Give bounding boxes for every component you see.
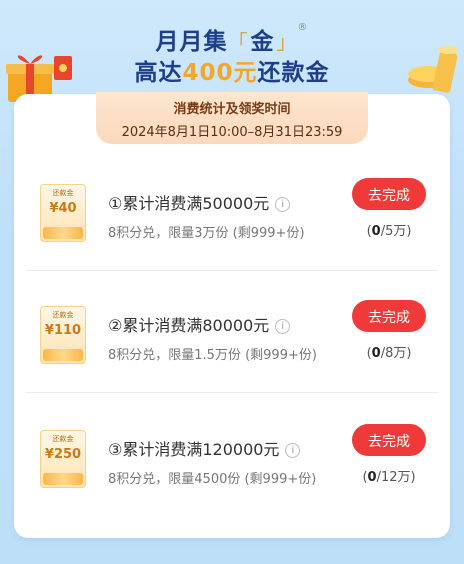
coupon-image: 还款金 ¥250 [40, 430, 86, 488]
task-title: ①累计消费满50000元 i [108, 190, 291, 214]
info-icon[interactable]: i [285, 443, 301, 458]
period-dates: 2024年8月1日10:00–8月31日23:59 [121, 125, 343, 140]
divider [26, 270, 438, 271]
task-row-3: 还款金 ¥250 ③累计消费满120000元 i 8积分兑，限量4500份 (剩9… [14, 412, 450, 522]
info-icon[interactable]: i [275, 319, 291, 334]
go-complete-button[interactable]: 去完成 [352, 300, 426, 332]
coupon-image: 还款金 ¥40 [40, 184, 86, 242]
go-complete-button[interactable]: 去完成 [352, 178, 426, 210]
go-complete-button[interactable]: 去完成 [352, 424, 426, 456]
info-icon[interactable]: i [275, 197, 291, 212]
task-row-1: 还款金 ¥40 ①累计消费满50000元 i 8积分兑，限量3万份 (剩999+份… [14, 166, 450, 276]
period-title: 消费统计及领奖时间 [173, 102, 291, 117]
task-title: ②累计消费满80000元 i [108, 312, 291, 336]
task-progress: (0/12万) [362, 470, 416, 485]
task-progress: (0/5万) [366, 224, 412, 239]
divider [26, 392, 438, 393]
task-progress: (0/8万) [366, 346, 412, 361]
period-banner: 消费统计及领奖时间 2024年8月1日10:00–8月31日23:59 [96, 92, 368, 144]
task-row-2: 还款金 ¥110 ②累计消费满80000元 i 8积分兑，限量1.5万份 (剩99… [14, 288, 450, 398]
task-subtitle: 8积分兑，限量3万份 (剩999+份) [108, 226, 305, 241]
task-subtitle: 8积分兑，限量1.5万份 (剩999+份) [108, 348, 317, 363]
coupon-image: 还款金 ¥110 [40, 306, 86, 364]
task-subtitle: 8积分兑，限量4500份 (剩999+份) [108, 472, 317, 487]
task-title: ③累计消费满120000元 i [108, 436, 301, 460]
